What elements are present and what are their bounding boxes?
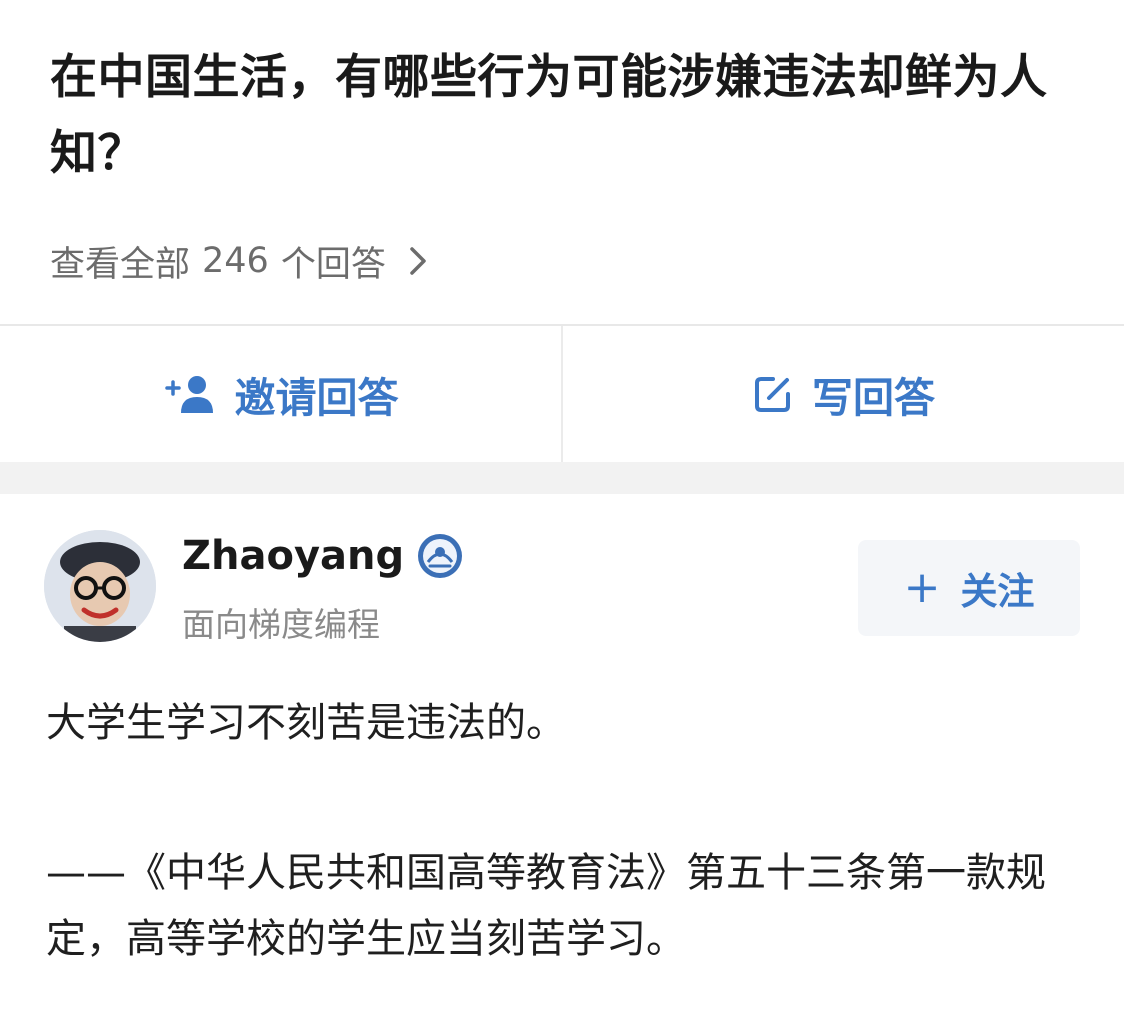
author-avatar[interactable]	[44, 530, 156, 642]
verified-badge-icon	[418, 534, 463, 578]
view-all-answers-link[interactable]: 查看全部 246 个回答	[50, 228, 432, 294]
answer-count: 246	[202, 241, 269, 281]
view-all-prefix: 查看全部	[50, 244, 191, 285]
edit-icon	[755, 377, 790, 412]
author-name-text: Zhaoyang	[182, 533, 405, 579]
zhihu-question-page: 在中国生活，有哪些行为可能涉嫌违法却鲜为人知？ 查看全部 246 个回答 邀请回…	[0, 0, 1124, 1012]
answer-paragraph: 大学生学习不刻苦是违法的。	[46, 700, 566, 746]
answer-body[interactable]: 大学生学习不刻苦是违法的。 ——《中华人民共和国高等教育法》第五十三条第一款规定…	[46, 690, 1086, 972]
answer-paragraph: ——《中华人民共和国高等教育法》第五十三条第一款规定，高等学校的学生应当刻苦学习…	[46, 850, 1046, 962]
author-name[interactable]: Zhaoyang	[182, 532, 464, 580]
write-answer-button[interactable]: 写回答	[563, 326, 1124, 462]
section-separator	[0, 462, 1124, 494]
follow-label: 关注	[960, 570, 1035, 613]
avatar-image	[44, 530, 156, 642]
write-answer-label: 写回答	[812, 374, 935, 422]
invite-answer-button[interactable]: 邀请回答	[0, 326, 561, 462]
question-action-bar: 邀请回答 写回答	[0, 326, 1124, 462]
follow-button[interactable]: + 关注	[858, 540, 1080, 636]
add-user-icon	[164, 376, 213, 413]
author-bio: 面向梯度编程	[182, 605, 380, 644]
view-all-suffix: 个回答	[280, 244, 386, 285]
plus-icon: +	[903, 562, 941, 613]
question-title[interactable]: 在中国生活，有哪些行为可能涉嫌违法却鲜为人知？	[50, 40, 1060, 192]
invite-answer-label: 邀请回答	[234, 374, 399, 422]
chevron-right-icon	[410, 247, 426, 275]
